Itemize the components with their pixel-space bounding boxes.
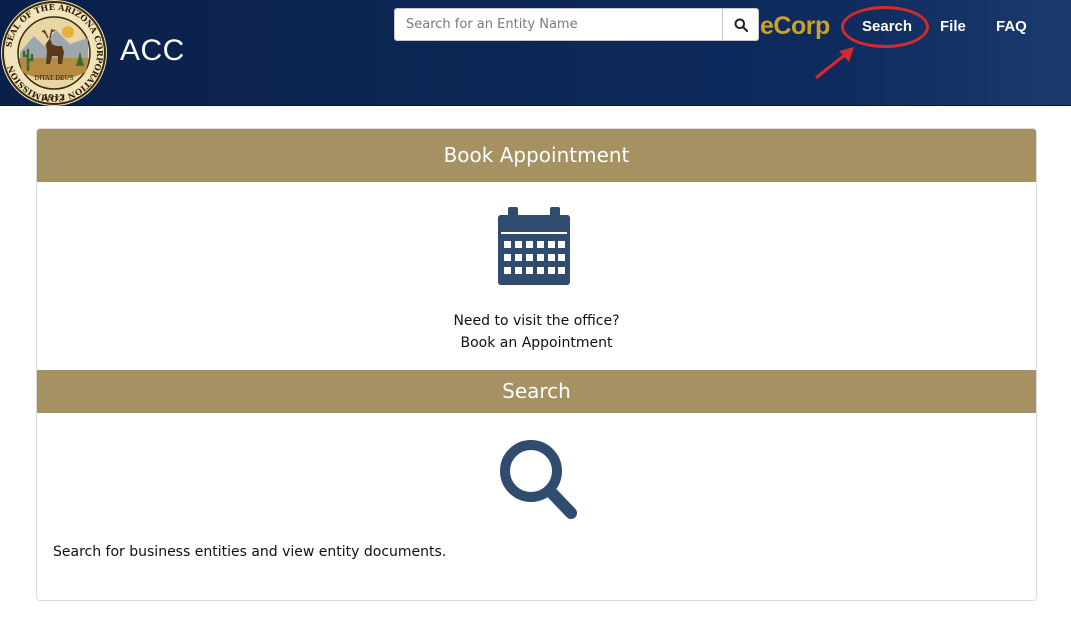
nav-search-link[interactable]: Search <box>862 18 912 35</box>
nav-file-link[interactable]: File <box>940 18 966 35</box>
services-panel: Book Appointment Need to visit the offic… <box>36 128 1037 601</box>
annotation-arrow-icon <box>815 47 854 79</box>
entity-search-button[interactable] <box>723 8 759 41</box>
magnifier-icon <box>734 18 748 32</box>
book-appointment-link[interactable]: Book an Appointment <box>37 335 1036 351</box>
entity-search-input[interactable] <box>394 8 723 41</box>
seal-motto: DITAT DEUS <box>34 75 73 82</box>
seal-year: 1912 <box>43 92 65 102</box>
search-section-description: Search for business entities and view en… <box>53 544 447 560</box>
seal-icon: SEAL OF THE ARIZONA CORPORATION COMMISSI… <box>1 0 107 106</box>
search-section-header[interactable]: Search <box>37 370 1036 413</box>
calendar-icon[interactable] <box>498 207 570 285</box>
ecorp-brand[interactable]: eCorp <box>760 12 830 41</box>
app-title[interactable]: ACC <box>120 34 185 68</box>
magnifier-icon[interactable] <box>498 438 578 520</box>
book-appointment-header[interactable]: Book Appointment <box>37 129 1036 182</box>
nav-faq-link[interactable]: FAQ <box>996 18 1027 35</box>
arizona-seal-logo[interactable]: SEAL OF THE ARIZONA CORPORATION COMMISSI… <box>0 0 108 106</box>
entity-search-bar <box>394 8 759 41</box>
book-appointment-prompt: Need to visit the office? <box>453 313 620 329</box>
site-header: SEAL OF THE ARIZONA CORPORATION COMMISSI… <box>0 0 1071 106</box>
